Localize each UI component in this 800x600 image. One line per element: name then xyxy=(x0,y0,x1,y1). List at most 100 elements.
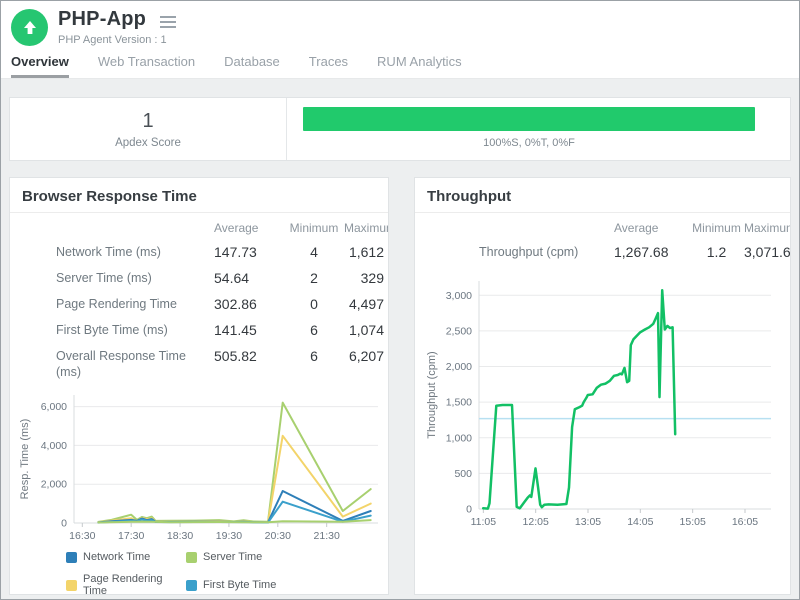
apdex-bar[interactable] xyxy=(303,107,755,131)
cell-min: 2 xyxy=(284,270,344,286)
throughput-stats-table: Average Minimum Maximum Throughput (cpm)… xyxy=(415,221,790,261)
cell-max: 4,497 xyxy=(344,296,384,312)
cell-min: 1.2 xyxy=(689,244,744,260)
tab-rum-analytics[interactable]: RUM Analytics xyxy=(377,54,462,78)
svg-text:13:05: 13:05 xyxy=(575,516,601,528)
svg-text:Throughput (cpm): Throughput (cpm) xyxy=(426,351,438,438)
cell-label: Server Time (ms) xyxy=(56,270,214,287)
header-minimum: Minimum xyxy=(284,221,344,235)
svg-text:2,500: 2,500 xyxy=(446,325,472,337)
menu-icon[interactable] xyxy=(160,13,176,31)
cell-label: Network Time (ms) xyxy=(56,244,214,261)
cell-label: Overall Response Time (ms) xyxy=(56,348,214,382)
tab-web-transaction[interactable]: Web Transaction xyxy=(98,54,195,78)
browser-stats-table: Average Minimum Maximum Network Time (ms… xyxy=(10,221,388,381)
legend-swatch xyxy=(66,552,77,563)
cell-avg: 505.82 xyxy=(214,348,284,364)
throughput-panel: Throughput Average Minimum Maximum Throu… xyxy=(414,177,791,595)
app-icon xyxy=(11,9,48,46)
table-row: Server Time (ms)54.642329 xyxy=(10,270,388,287)
header-maximum: Maximum xyxy=(744,221,782,235)
cell-max: 329 xyxy=(344,270,384,286)
svg-text:2,000: 2,000 xyxy=(446,361,472,373)
legend-label: Network Time xyxy=(83,551,150,563)
tab-overview[interactable]: Overview xyxy=(11,54,69,78)
app-title: PHP-App xyxy=(58,8,146,31)
svg-text:4,000: 4,000 xyxy=(41,440,67,452)
svg-text:15:05: 15:05 xyxy=(680,516,706,528)
table-row: Network Time (ms)147.7341,612 xyxy=(10,244,388,261)
header-average: Average xyxy=(614,221,689,235)
tab-database[interactable]: Database xyxy=(224,54,280,78)
apdex-score-label: Apdex Score xyxy=(115,137,181,149)
apdex-score-block: 1 Apdex Score xyxy=(10,98,287,160)
svg-text:12:05: 12:05 xyxy=(523,516,549,528)
cell-avg: 1,267.68 xyxy=(614,244,689,260)
cell-min: 4 xyxy=(284,244,344,260)
throughput-chart[interactable]: 05001,0001,5002,0002,5003,00011:0512:051… xyxy=(423,271,779,539)
cell-label: Page Rendering Time xyxy=(56,296,214,313)
svg-text:11:05: 11:05 xyxy=(471,516,497,528)
svg-text:16:05: 16:05 xyxy=(732,516,758,528)
cell-max: 3,071.6 xyxy=(744,244,782,260)
svg-text:20:30: 20:30 xyxy=(265,530,291,542)
cell-max: 1,074 xyxy=(344,322,384,338)
cell-avg: 141.45 xyxy=(214,322,284,338)
cell-max: 1,612 xyxy=(344,244,384,260)
legend-swatch xyxy=(186,580,197,591)
browser-response-time-panel: Browser Response Time Average Minimum Ma… xyxy=(9,177,389,595)
table-row: Page Rendering Time302.8604,497 xyxy=(10,296,388,313)
svg-text:17:30: 17:30 xyxy=(118,530,144,542)
svg-text:0: 0 xyxy=(61,518,67,530)
svg-text:500: 500 xyxy=(454,468,472,480)
header-minimum: Minimum xyxy=(689,221,744,235)
cell-label: First Byte Time (ms) xyxy=(56,322,214,339)
legend-label: Server Time xyxy=(203,551,262,563)
app-header: PHP-App PHP Agent Version : 1 xyxy=(1,1,799,46)
table-row: First Byte Time (ms)141.4561,074 xyxy=(10,322,388,339)
tab-bar: Overview Web Transaction Database Traces RUM… xyxy=(1,46,799,79)
throughput-panel-title: Throughput xyxy=(415,178,790,213)
main-content: 1 Apdex Score 100%S, 0%T, 0%F Browser Re… xyxy=(1,79,799,595)
svg-text:1,500: 1,500 xyxy=(446,397,472,409)
svg-text:Resp. Time (ms): Resp. Time (ms) xyxy=(19,419,31,500)
agent-version-label: PHP Agent Version : 1 xyxy=(58,34,176,46)
svg-text:18:30: 18:30 xyxy=(167,530,193,542)
browser-chart-legend: Network Time Server Time Page Rendering Ti… xyxy=(66,551,388,595)
svg-text:3,000: 3,000 xyxy=(446,290,472,302)
legend-item[interactable]: Server Time xyxy=(186,551,388,563)
apdex-bar-block: 100%S, 0%T, 0%F xyxy=(287,98,790,160)
table-row: Overall Response Time (ms)505.8266,207 xyxy=(10,348,388,382)
legend-item[interactable]: Page Rendering Time xyxy=(66,573,186,595)
cell-min: 0 xyxy=(284,296,344,312)
svg-text:21:30: 21:30 xyxy=(314,530,340,542)
cell-avg: 302.86 xyxy=(214,296,284,312)
svg-text:16:30: 16:30 xyxy=(69,530,95,542)
cell-avg: 54.64 xyxy=(214,270,284,286)
legend-label: Page Rendering Time xyxy=(83,573,186,595)
svg-text:2,000: 2,000 xyxy=(41,479,67,491)
browser-response-time-chart[interactable]: 0 2,000 4,000 6,000 16:30 17:30 18:30 19:30 20:3… xyxy=(16,387,384,549)
apdex-card: 1 Apdex Score 100%S, 0%T, 0%F xyxy=(9,97,791,161)
table-row: Throughput (cpm)1,267.681.23,071.6 xyxy=(415,244,790,261)
legend-item[interactable]: Network Time xyxy=(66,551,186,563)
cell-avg: 147.73 xyxy=(214,244,284,260)
cell-label: Throughput (cpm) xyxy=(479,244,614,261)
cell-min: 6 xyxy=(284,322,344,338)
legend-item[interactable]: First Byte Time xyxy=(186,573,388,595)
tab-traces[interactable]: Traces xyxy=(309,54,348,78)
svg-text:14:05: 14:05 xyxy=(627,516,653,528)
apdex-score-value: 1 xyxy=(142,110,153,133)
browser-panel-title: Browser Response Time xyxy=(10,178,388,213)
arrow-up-icon xyxy=(20,18,40,38)
cell-max: 6,207 xyxy=(344,348,384,364)
legend-label: First Byte Time xyxy=(203,579,276,591)
apdex-bar-label: 100%S, 0%T, 0%F xyxy=(303,137,755,149)
header-maximum: Maximum xyxy=(344,221,384,235)
svg-text:19:30: 19:30 xyxy=(216,530,242,542)
svg-text:0: 0 xyxy=(466,503,472,515)
svg-text:6,000: 6,000 xyxy=(41,401,67,413)
legend-swatch xyxy=(66,580,77,591)
header-average: Average xyxy=(214,221,284,235)
cell-min: 6 xyxy=(284,348,344,364)
